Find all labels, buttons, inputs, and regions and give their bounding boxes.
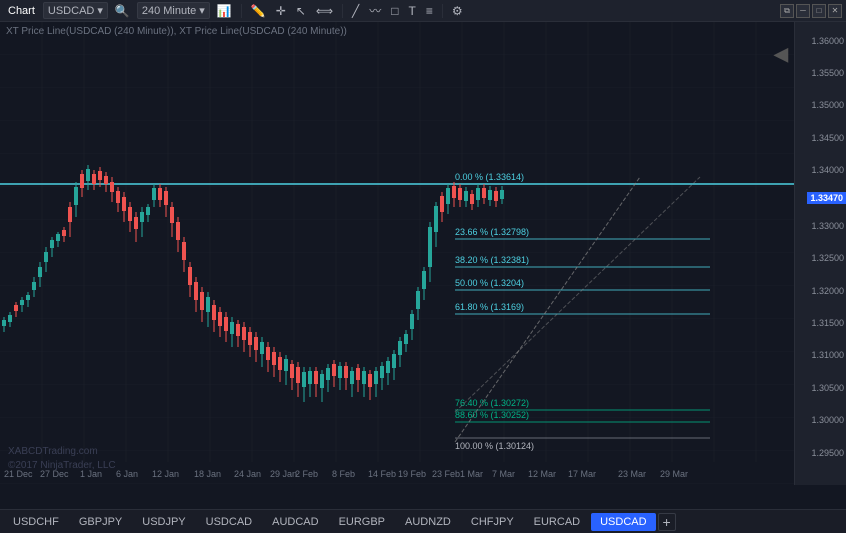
svg-text:7 Mar: 7 Mar [492, 469, 515, 479]
tab-audcad[interactable]: AUDCAD [263, 513, 327, 531]
svg-text:61.80 % (1.3169): 61.80 % (1.3169) [455, 302, 524, 312]
price-1.345: 1.34500 [811, 133, 844, 143]
tab-usdcad-1[interactable]: USDCAD [197, 513, 261, 531]
minimize-button[interactable]: ─ [796, 4, 810, 18]
tab-usdcad-active[interactable]: USDCAD [591, 513, 655, 531]
watermark-line2: ©2017 NinjaTrader, LLC [8, 459, 116, 473]
timeframe-dropdown-arrow: ▾ [199, 4, 205, 17]
settings-icon[interactable]: ⚙ [449, 4, 466, 18]
pencil-icon[interactable]: ✏️ [248, 4, 269, 18]
svg-text:17 Mar: 17 Mar [568, 469, 596, 479]
symbol-dropdown-arrow: ▾ [97, 4, 103, 17]
svg-text:23.66 % (1.32798): 23.66 % (1.32798) [455, 227, 529, 237]
crosshair-icon[interactable]: ✛ [273, 4, 289, 18]
bottom-tabs: USDCHF GBPJPY USDJPY USDCAD AUDCAD EURGB… [0, 509, 846, 533]
separator-2 [342, 4, 343, 18]
more-tools-icon[interactable]: ≡ [423, 4, 436, 18]
price-1.300: 1.30000 [811, 415, 844, 425]
ninja-trader-logo: ◀ [774, 44, 788, 65]
price-1.295: 1.29500 [811, 448, 844, 458]
bar-chart-icon[interactable]: 📊 [214, 4, 235, 18]
svg-text:29 Mar: 29 Mar [660, 469, 688, 479]
price-1.310: 1.31000 [811, 350, 844, 360]
timeframe-value: 240 Minute [142, 5, 196, 17]
tab-gbpjpy[interactable]: GBPJPY [70, 513, 131, 531]
toolbar: Chart USDCAD ▾ 🔍 240 Minute ▾ 📊 ✏️ ✛ ↖ ⟺… [0, 0, 846, 22]
tab-chfjpy[interactable]: CHFJPY [462, 513, 523, 531]
svg-text:2 Feb: 2 Feb [295, 469, 318, 479]
price-1.355: 1.35500 [811, 68, 844, 78]
price-1.350: 1.35000 [811, 100, 844, 110]
price-1.315: 1.31500 [811, 318, 844, 328]
line-tool-icon[interactable]: ╱ [349, 4, 362, 18]
svg-text:29 Jan: 29 Jan [270, 469, 297, 479]
svg-text:14 Feb: 14 Feb [368, 469, 396, 479]
window-controls: ⧉ ─ □ ✕ [780, 4, 842, 18]
measure-icon[interactable]: ⟺ [313, 4, 336, 18]
shapes-icon[interactable]: □ [388, 4, 401, 18]
add-tab-button[interactable]: + [658, 513, 676, 531]
svg-text:19 Feb: 19 Feb [398, 469, 426, 479]
chart-container: XT Price Line(USDCAD (240 Minute)), XT P… [0, 22, 846, 509]
price-1.325: 1.32500 [811, 253, 844, 263]
price-1.320: 1.32000 [811, 286, 844, 296]
svg-text:18 Jan: 18 Jan [194, 469, 221, 479]
current-price-label: 1.33470 [807, 192, 846, 204]
svg-text:12 Mar: 12 Mar [528, 469, 556, 479]
svg-text:38.20 % (1.32381): 38.20 % (1.32381) [455, 255, 529, 265]
svg-text:24 Jan: 24 Jan [234, 469, 261, 479]
svg-text:12 Jan: 12 Jan [152, 469, 179, 479]
svg-text:50.00 % (1.3204): 50.00 % (1.3204) [455, 278, 524, 288]
price-1.360: 1.36000 [811, 36, 844, 46]
tab-usdjpy[interactable]: USDJPY [133, 513, 194, 531]
separator-3 [442, 4, 443, 18]
main-chart-svg[interactable]: 0.00 % (1.33614) 23.66 % (1.32798) 38.20… [0, 22, 794, 485]
svg-text:23 Feb: 23 Feb [432, 469, 460, 479]
svg-text:23 Mar: 23 Mar [618, 469, 646, 479]
tab-usdchf[interactable]: USDCHF [4, 513, 68, 531]
symbol-value: USDCAD [48, 5, 94, 17]
tab-eurcad[interactable]: EURCAD [525, 513, 589, 531]
svg-text:88.60 % (1.30252): 88.60 % (1.30252) [455, 410, 529, 420]
svg-text:100.00 % (1.30124): 100.00 % (1.30124) [455, 441, 534, 451]
tab-audnzd[interactable]: AUDNZD [396, 513, 460, 531]
tab-eurgbp[interactable]: EURGBP [330, 513, 394, 531]
text-icon[interactable]: T [406, 4, 419, 18]
restore-button[interactable]: ⧉ [780, 4, 794, 18]
svg-text:76.40 % (1.30272): 76.40 % (1.30272) [455, 398, 529, 408]
symbol-dropdown[interactable]: USDCAD ▾ [43, 2, 108, 19]
price-scale: 1.36000 1.35500 1.35000 1.34500 1.34000 … [794, 22, 846, 485]
close-button[interactable]: ✕ [828, 4, 842, 18]
chart-label: Chart [4, 5, 39, 17]
timeframe-dropdown[interactable]: 240 Minute ▾ [137, 2, 210, 19]
maximize-button[interactable]: □ [812, 4, 826, 18]
svg-text:6 Jan: 6 Jan [116, 469, 138, 479]
svg-text:8 Feb: 8 Feb [332, 469, 355, 479]
watermark: XABCDTrading.com ©2017 NinjaTrader, LLC [8, 445, 116, 473]
watermark-line1: XABCDTrading.com [8, 445, 116, 459]
price-1.340: 1.34000 [811, 165, 844, 175]
fibonacci-icon[interactable]: 〰 [366, 2, 384, 19]
price-1.330: 1.33000 [811, 221, 844, 231]
pointer-icon[interactable]: ↖ [293, 4, 309, 18]
search-icon[interactable]: 🔍 [112, 4, 133, 18]
chart-subtitle: XT Price Line(USDCAD (240 Minute)), XT P… [6, 26, 347, 37]
svg-text:0.00 % (1.33614): 0.00 % (1.33614) [455, 172, 524, 182]
separator-1 [241, 4, 242, 18]
svg-text:1 Mar: 1 Mar [460, 469, 483, 479]
price-1.305: 1.30500 [811, 383, 844, 393]
